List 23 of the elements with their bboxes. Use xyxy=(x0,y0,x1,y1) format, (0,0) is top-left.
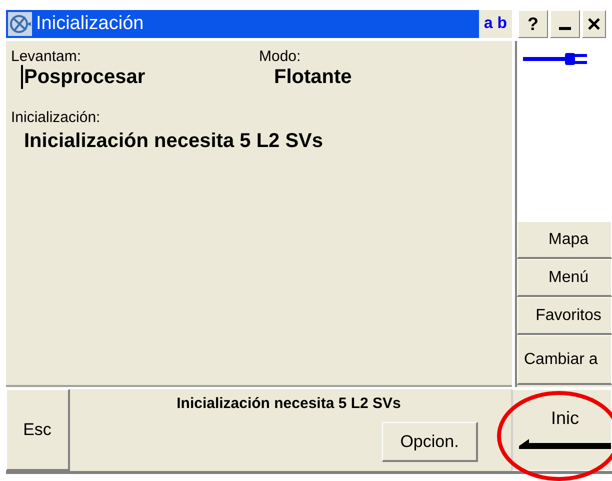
status-message: Inicialización necesita 5 L2 SVs xyxy=(176,395,401,412)
arrow-icon xyxy=(519,437,611,449)
side-button[interactable]: Mapa xyxy=(517,221,612,259)
status-value: Inicialización necesita 5 L2 SVs xyxy=(24,130,324,153)
options-button[interactable]: Opcion. xyxy=(382,422,478,462)
field-value[interactable]: Posprocesar xyxy=(24,66,146,88)
side-button[interactable]: Menú xyxy=(517,259,612,297)
status-label: Inicialización: xyxy=(11,109,100,126)
window-title: Inicialización xyxy=(36,13,144,35)
field-label: Modo: xyxy=(259,48,301,65)
minimize-button[interactable] xyxy=(550,10,580,38)
field-label: Levantam: xyxy=(11,48,82,65)
plug-icon xyxy=(523,51,589,67)
minimize-icon xyxy=(559,26,571,30)
close-button[interactable] xyxy=(582,10,606,38)
help-button[interactable]: ? xyxy=(518,10,548,38)
field-value[interactable]: Flotante xyxy=(274,66,352,88)
side-button[interactable]: Favoritos xyxy=(517,297,612,335)
start-button[interactable]: Inic xyxy=(511,389,612,471)
side-button[interactable]: Cambiar a xyxy=(517,335,612,385)
esc-button[interactable]: Esc xyxy=(6,389,70,471)
close-icon xyxy=(587,17,601,31)
input-mode-indicator[interactable]: a b xyxy=(478,10,512,38)
